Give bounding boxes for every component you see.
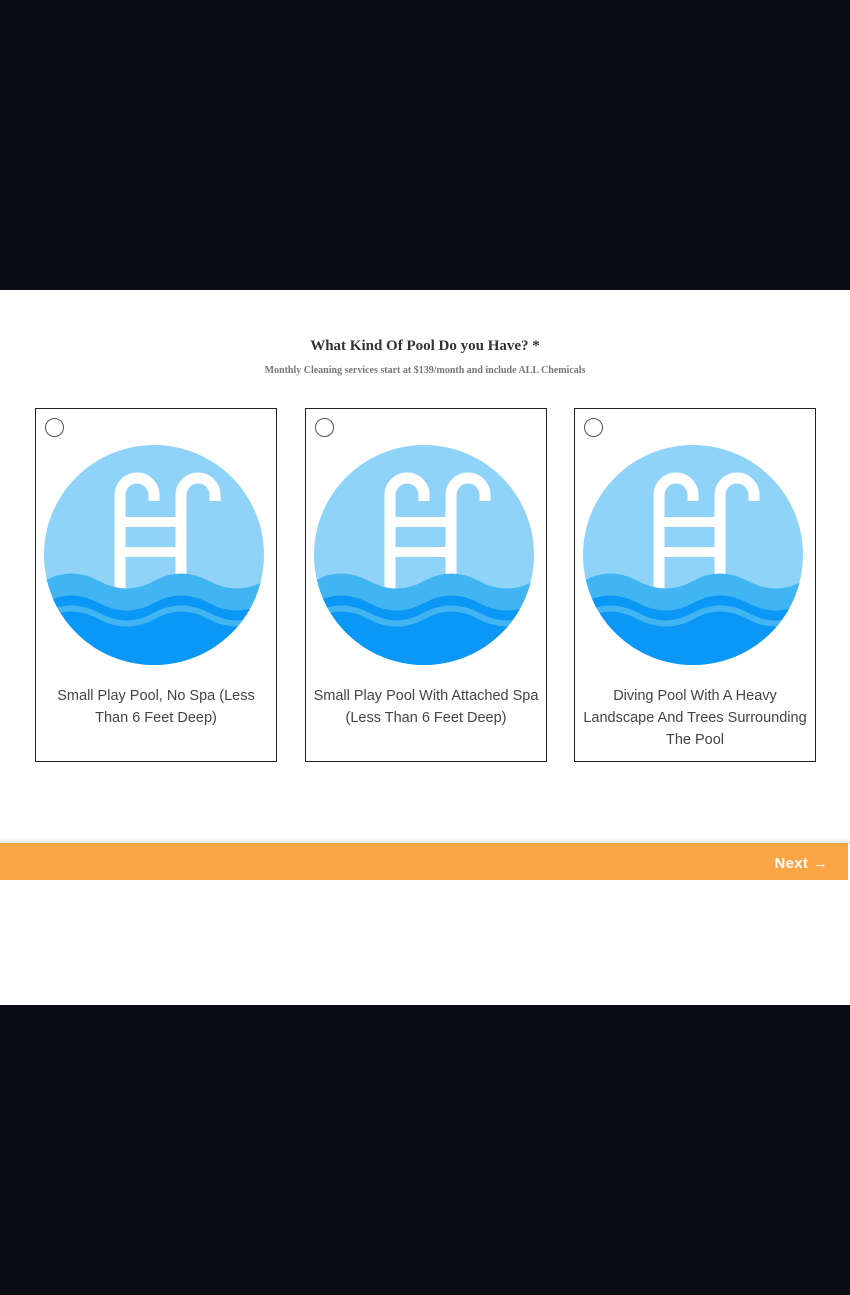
question-subtitle: Monthly Cleaning services start at $139/… — [264, 365, 586, 376]
pool-option-label: Small Play Pool, No Spa (Less Than 6 Fee… — [57, 688, 255, 726]
pool-ladder-icon — [314, 445, 534, 665]
pool-option-card[interactable]: Diving Pool With A Heavy Landscape And T… — [574, 408, 816, 762]
radio-button[interactable] — [45, 418, 64, 437]
pool-option-label: Diving Pool With A Heavy Landscape And T… — [583, 688, 807, 748]
pool-ladder-icon — [583, 445, 803, 665]
pool-option-card[interactable]: Small Play Pool, No Spa (Less Than 6 Fee… — [35, 408, 277, 762]
pool-option-label: Small Play Pool With Attached Spa (Less … — [313, 688, 539, 726]
radio-button[interactable] — [315, 418, 334, 437]
footer-bar: Next → — [0, 843, 848, 880]
question-title: What Kind Of Pool Do you Have? * — [310, 338, 540, 354]
radio-button[interactable] — [584, 418, 603, 437]
form-panel: What Kind Of Pool Do you Have? * Monthly… — [0, 290, 850, 1005]
bottom-background — [0, 1005, 850, 1295]
pool-ladder-icon — [44, 445, 264, 665]
next-button[interactable]: Next → — [775, 843, 828, 880]
pool-option-card[interactable]: Small Play Pool With Attached Spa (Less … — [305, 408, 547, 762]
top-background — [0, 0, 850, 290]
